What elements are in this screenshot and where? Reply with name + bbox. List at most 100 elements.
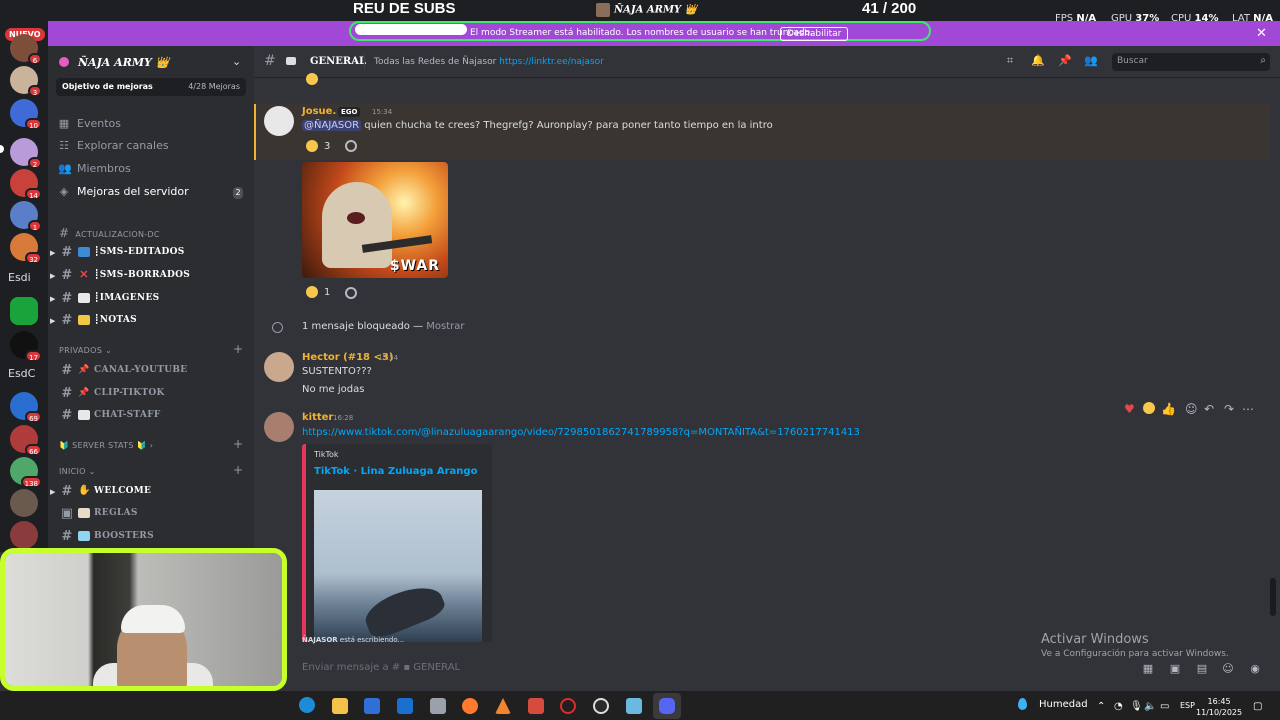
notifications-icon[interactable]: ▢ xyxy=(1253,701,1262,712)
category-actualizacion[interactable]: # ACTUALIZACION-DC xyxy=(59,226,160,240)
channel-sms-borrados[interactable]: ▶ # ✕ ┋SMS-BORRADOS xyxy=(50,265,250,285)
server-icon[interactable]: 17 xyxy=(10,331,42,362)
mic-icon[interactable]: 🎙 xyxy=(1130,701,1143,712)
heart-reaction-icon[interactable]: ♥ xyxy=(1124,402,1135,418)
embed-title[interactable]: TikTok · Lina Zuluaga Arango xyxy=(314,466,477,477)
thumbs-up-icon[interactable]: 👍 xyxy=(1161,402,1176,418)
category-inicio[interactable]: INICIO ⌄ xyxy=(59,467,96,476)
server-icon[interactable]: 138 xyxy=(10,457,42,488)
reaction-laugh[interactable]: 3 xyxy=(306,137,330,155)
server-header[interactable]: ÑAJA ARMY 👑 ⌄ xyxy=(48,46,254,78)
embed-thumbnail[interactable] xyxy=(314,490,482,642)
server-icon[interactable] xyxy=(10,297,38,325)
add-channel-icon[interactable]: + xyxy=(233,342,243,356)
language-indicator[interactable]: ESP xyxy=(1180,701,1195,710)
close-icon[interactable]: ✕ xyxy=(1256,26,1267,41)
avatar[interactable] xyxy=(264,352,294,382)
app-icon[interactable] xyxy=(528,698,544,714)
server-icon[interactable] xyxy=(10,521,38,549)
members-icon[interactable]: 👥 xyxy=(1084,55,1098,67)
server-icon[interactable]: 32 xyxy=(10,233,42,264)
add-channel-icon[interactable]: + xyxy=(233,437,243,451)
attachment-image[interactable]: $WAR xyxy=(302,162,448,278)
add-channel-icon[interactable]: + xyxy=(233,463,243,477)
speaker-icon[interactable]: 🔈 xyxy=(1144,701,1156,712)
system-clock[interactable]: 16:45 11/10/2025 xyxy=(1196,696,1242,718)
sidebar-item-members[interactable]: 👥 Miembros xyxy=(58,162,131,175)
channel-sms-editados[interactable]: ▶ # ┋SMS-EDITADOS xyxy=(50,242,250,262)
search-input[interactable]: Buscar ⌕ xyxy=(1112,53,1270,71)
discord-icon[interactable] xyxy=(659,698,675,714)
boost-goal[interactable]: Objetivo de mejoras 4/28 Mejoras xyxy=(56,78,246,96)
server-icon[interactable]: 69 xyxy=(10,392,42,423)
forward-icon[interactable]: ↷ xyxy=(1224,402,1234,418)
server-text-icon[interactable]: Esdi xyxy=(8,271,31,284)
channel-boosters[interactable]: # BOOSTERS xyxy=(50,526,250,546)
add-reaction-icon[interactable] xyxy=(345,287,357,299)
threads-icon[interactable]: ⌗ xyxy=(1004,55,1016,67)
message-composer[interactable]: Enviar mensaje a # ▪ GENERAL ▦ ▣ ▤ ☺ ◉ xyxy=(288,657,1270,681)
emoji-icon[interactable]: ☺ xyxy=(1221,662,1235,675)
user-mention[interactable]: @ÑAJASOR xyxy=(302,120,362,131)
channel-clip-tiktok[interactable]: # 📌 CLIP-TIKTOK xyxy=(50,383,250,403)
laugh-reaction-icon[interactable] xyxy=(1143,402,1155,418)
store-icon[interactable] xyxy=(364,698,380,714)
category-server-stats[interactable]: 🔰 SERVER STATS 🔰 › xyxy=(59,441,153,450)
edge-icon[interactable] xyxy=(299,697,315,713)
humidity-icon xyxy=(1018,698,1027,710)
firefox-icon[interactable] xyxy=(462,698,478,714)
channel-welcome[interactable]: ▶ # ✋ WELCOME xyxy=(50,481,250,501)
channel-canal-youtube[interactable]: # 📌 CANAL-YOUTUBE xyxy=(50,360,250,380)
opera-icon[interactable] xyxy=(560,698,576,714)
gift-icon[interactable]: ▦ xyxy=(1141,662,1155,675)
bell-icon[interactable]: 🔔 xyxy=(1031,55,1045,67)
server-icon[interactable]: 3 xyxy=(10,66,42,97)
sidebar-item-boosts[interactable]: ◈ Mejoras del servidor xyxy=(58,185,189,198)
more-icon[interactable]: ⋯ xyxy=(1242,402,1254,418)
message-author[interactable]: Josue. xyxy=(302,106,336,117)
server-icon[interactable]: 1 xyxy=(10,201,42,232)
subs-progress-fill xyxy=(355,24,467,35)
server-icon[interactable] xyxy=(10,489,38,517)
server-icon[interactable]: 6 xyxy=(10,34,42,65)
pin-icon[interactable]: 📌 xyxy=(1058,55,1072,67)
app-icon[interactable] xyxy=(430,698,446,714)
channel-reglas[interactable]: ▣ REGLAS xyxy=(50,503,250,523)
outlook-icon[interactable] xyxy=(397,698,413,714)
network-icon[interactable]: ▭ xyxy=(1160,701,1169,712)
app-icon[interactable] xyxy=(626,698,642,714)
topic-link[interactable]: https://linktr.ee/najasor xyxy=(499,57,604,67)
obs-icon[interactable] xyxy=(593,698,609,714)
tiktok-link[interactable]: https://www.tiktok.com/@linazuluagaarang… xyxy=(302,427,860,438)
channel-notas[interactable]: ▶ # ┋NOTAS xyxy=(50,310,250,330)
avatar[interactable] xyxy=(264,412,294,442)
add-reaction-icon[interactable] xyxy=(345,140,357,152)
disable-streamer-button[interactable]: Deshabilitar xyxy=(780,27,849,41)
gif-icon[interactable]: ▣ xyxy=(1168,662,1182,675)
file-explorer-icon[interactable] xyxy=(332,698,348,714)
apps-icon[interactable]: ◉ xyxy=(1248,662,1262,675)
server-icon[interactable]: 66 xyxy=(10,425,42,456)
server-icon[interactable]: 14 xyxy=(10,169,42,200)
channel-imagenes[interactable]: ▶ # ┋IMAGENES xyxy=(50,288,250,308)
reaction-laugh[interactable]: 1 xyxy=(306,283,330,301)
show-blocked-link[interactable]: Mostrar xyxy=(426,321,464,332)
channel-chat-staff[interactable]: # CHAT-STAFF xyxy=(50,405,250,425)
sidebar-item-events[interactable]: ▦ Eventos xyxy=(58,117,121,130)
sticker-icon[interactable]: ▤ xyxy=(1195,662,1209,675)
server-icon[interactable]: 10 xyxy=(10,99,42,130)
scrollbar[interactable] xyxy=(1270,578,1276,616)
message-author[interactable]: kitter xyxy=(302,412,333,423)
avatar[interactable] xyxy=(264,106,294,136)
category-privados[interactable]: PRIVADOS ⌄ xyxy=(59,346,112,355)
tray-app-icon[interactable]: ◔ xyxy=(1114,701,1123,712)
chevron-down-icon[interactable]: ⌄ xyxy=(232,55,241,68)
sidebar-item-browse[interactable]: ☷ Explorar canales xyxy=(58,139,169,152)
tray-chevron-icon[interactable]: ⌃ xyxy=(1097,701,1105,712)
reply-icon[interactable]: ↶ xyxy=(1204,402,1214,418)
weather-widget[interactable]: Humedad xyxy=(1018,698,1088,710)
reaction-partial[interactable] xyxy=(306,70,324,88)
server-icon[interactable]: 2 xyxy=(10,138,42,169)
server-text-icon[interactable]: EsdC xyxy=(8,367,35,380)
add-reaction-icon[interactable]: ☺ xyxy=(1185,402,1198,418)
